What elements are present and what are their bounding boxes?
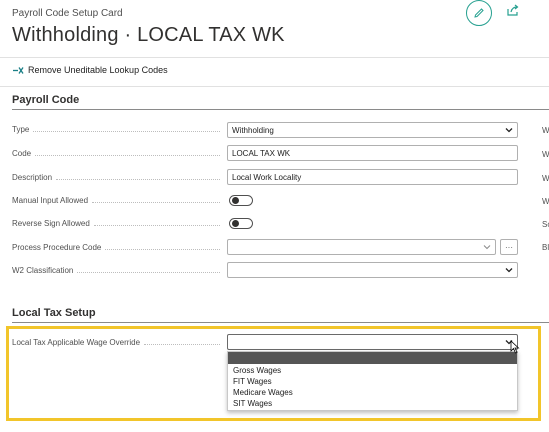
- chevron-down-icon: [483, 245, 491, 250]
- manual-input-allowed-toggle[interactable]: [229, 195, 253, 206]
- share-icon: [507, 4, 519, 16]
- description-input[interactable]: Local Work Locality: [227, 169, 518, 185]
- section-divider: [12, 109, 549, 110]
- right-column-label: W: [542, 174, 549, 183]
- page-caption: Payroll Code Setup Card: [12, 8, 123, 19]
- right-column-label: Bl: [542, 243, 549, 252]
- right-column-label: Sc: [542, 220, 549, 229]
- reverse-sign-allowed-label: Reverse Sign Allowed: [12, 219, 224, 228]
- process-procedure-code-input[interactable]: [227, 239, 496, 255]
- remove-uneditable-label: Remove Uneditable Lookup Codes: [28, 65, 168, 75]
- type-select[interactable]: Withholding: [227, 122, 518, 138]
- edit-button[interactable]: [466, 0, 492, 26]
- right-column-label: W: [542, 150, 549, 159]
- w2-classification-label: W2 Classification: [12, 266, 224, 275]
- w2-classification-select[interactable]: [227, 262, 518, 278]
- section-divider: [12, 322, 549, 323]
- process-procedure-code-label: Process Procedure Code: [12, 243, 224, 252]
- chevron-down-icon: [505, 268, 513, 273]
- highlight-frame: [6, 326, 541, 421]
- page-title: Withholding · LOCAL TAX WK: [12, 24, 285, 46]
- remove-uneditable-lookup-codes-button[interactable]: Remove Uneditable Lookup Codes: [12, 65, 168, 75]
- chevron-down-icon: [505, 128, 513, 133]
- type-label: Type: [12, 125, 224, 134]
- code-label: Code: [12, 149, 224, 158]
- code-input[interactable]: LOCAL TAX WK: [227, 145, 518, 161]
- share-button[interactable]: [506, 3, 526, 23]
- section-heading-local-tax-setup: Local Tax Setup: [12, 307, 96, 319]
- description-label: Description: [12, 173, 224, 182]
- manual-input-allowed-label: Manual Input Allowed: [12, 196, 224, 205]
- pencil-icon: [474, 8, 484, 18]
- section-heading-payroll-code: Payroll Code: [12, 94, 80, 106]
- right-column-label: W: [542, 197, 549, 206]
- remove-lookup-icon: [13, 66, 24, 74]
- process-procedure-lookup-button[interactable]: ···: [500, 239, 518, 255]
- reverse-sign-allowed-toggle[interactable]: [229, 218, 253, 229]
- right-column-label: W: [542, 126, 549, 135]
